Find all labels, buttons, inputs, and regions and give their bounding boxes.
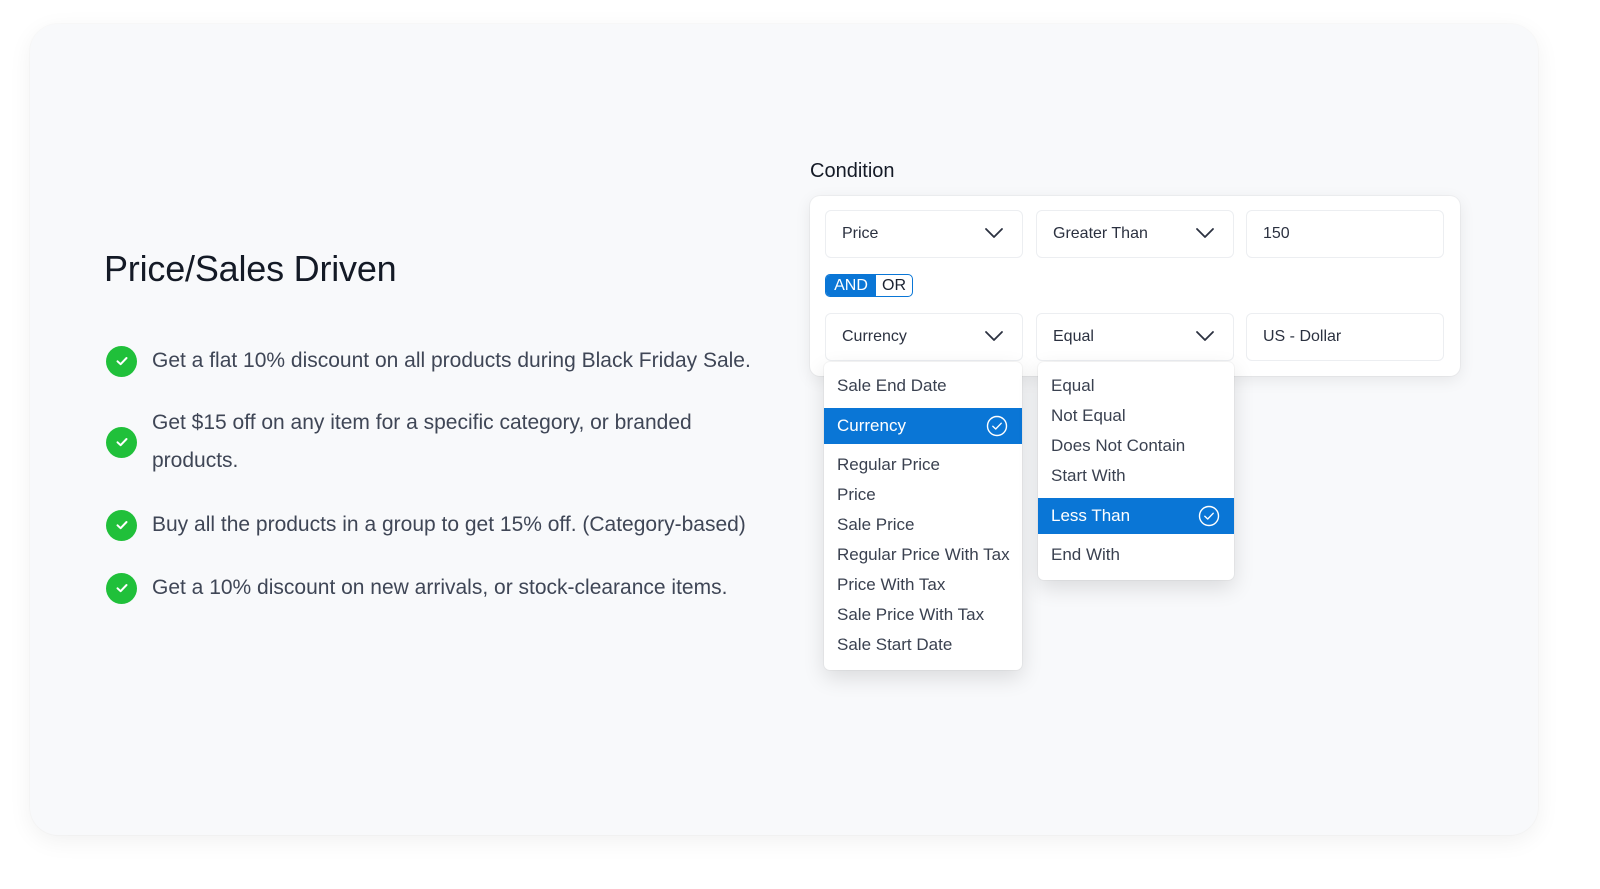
feature-text: Get a 10% discount on new arrivals, or s…	[152, 576, 728, 599]
dropdown-option-selected[interactable]: Currency	[824, 408, 1022, 444]
feature-text: Get $15 off on any item for a specific c…	[152, 411, 692, 472]
feature-item: Get a flat 10% discount on all products …	[106, 342, 751, 380]
value-input-row2[interactable]: US - Dollar	[1246, 313, 1444, 361]
dropdown-option[interactable]: Start With	[1038, 458, 1234, 494]
value-input-row1[interactable]: 150	[1246, 210, 1444, 258]
logic-or-button[interactable]: OR	[876, 275, 912, 296]
option-label: Currency	[837, 416, 906, 435]
option-label: Less Than	[1051, 506, 1131, 525]
condition-label: Condition	[810, 160, 895, 182]
feature-text: Get a flat 10% discount on all products …	[152, 349, 751, 372]
check-circle-outline-icon	[986, 415, 1008, 437]
operator-select-row1[interactable]: Greater Than	[1036, 210, 1234, 258]
logic-toggle[interactable]: AND OR	[825, 274, 913, 297]
feature-item: Buy all the products in a group to get 1…	[106, 506, 746, 544]
field-select-value: Currency	[842, 328, 907, 345]
feature-item: Get $15 off on any item for a specific c…	[106, 404, 752, 480]
chevron-down-icon	[1196, 228, 1214, 238]
dropdown-option[interactable]: End With	[1038, 537, 1234, 573]
check-circle-icon	[106, 509, 137, 541]
field-select-row1[interactable]: Price	[825, 210, 1023, 258]
check-circle-outline-icon	[1198, 505, 1220, 527]
operator-select-value: Equal	[1053, 328, 1094, 345]
chevron-down-icon	[1196, 331, 1214, 341]
feature-item: Get a 10% discount on new arrivals, or s…	[106, 569, 727, 607]
dropdown-option[interactable]: Sale Start Date	[824, 627, 1022, 663]
operator-dropdown-menu: Equal Not Equal Does Not Contain Start W…	[1038, 362, 1234, 580]
dropdown-option[interactable]: Sale End Date	[824, 368, 1022, 404]
field-select-row2[interactable]: Currency	[825, 313, 1023, 361]
chevron-down-icon	[985, 228, 1003, 238]
check-circle-icon	[106, 426, 137, 458]
dropdown-option-selected[interactable]: Less Than	[1038, 498, 1234, 534]
operator-select-value: Greater Than	[1053, 225, 1148, 242]
feature-text: Buy all the products in a group to get 1…	[152, 513, 746, 536]
section-title: Price/Sales Driven	[104, 248, 397, 289]
check-circle-icon	[106, 572, 137, 604]
chevron-down-icon	[985, 331, 1003, 341]
value-input-text: 150	[1263, 225, 1290, 242]
check-circle-icon	[106, 345, 137, 377]
operator-select-row2[interactable]: Equal	[1036, 313, 1234, 361]
logic-and-button[interactable]: AND	[826, 275, 876, 296]
field-dropdown-menu: Sale End Date Currency Regular Price Pri…	[824, 362, 1022, 670]
value-input-text: US - Dollar	[1263, 328, 1342, 345]
field-select-value: Price	[842, 225, 879, 242]
